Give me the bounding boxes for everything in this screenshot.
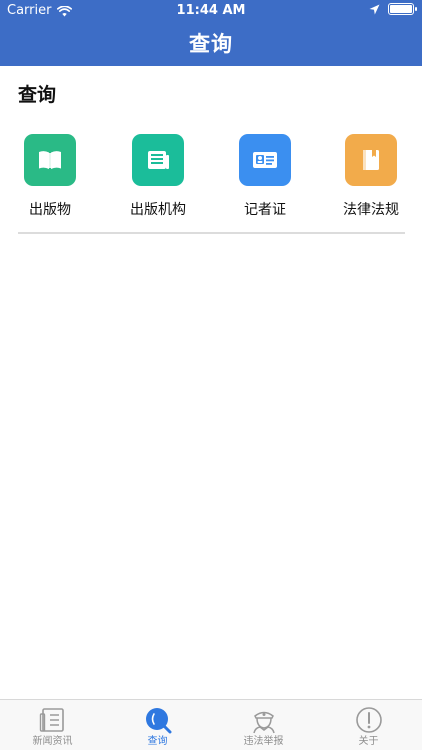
section-divider	[18, 232, 405, 234]
page-title: 查询	[189, 32, 233, 56]
query-item-press-card[interactable]: 记者证	[217, 134, 313, 219]
section-title: 查询	[18, 84, 57, 106]
query-item-label: 记者证	[244, 202, 286, 218]
search-icon	[145, 708, 171, 734]
battery-icon	[388, 3, 417, 15]
police-icon	[252, 711, 275, 734]
tab-label: 违法举报	[243, 736, 284, 747]
status-right	[369, 3, 417, 15]
query-item-label: 法律法规	[343, 202, 399, 218]
tab-report[interactable]: 违法举报	[211, 700, 316, 750]
book-icon	[24, 134, 76, 186]
info-icon	[355, 707, 382, 733]
tab-label: 查询	[147, 736, 168, 747]
app-screen: Carrier 11:44 AM 查询 查询 出版物 出版机构 记者证 法律法规…	[0, 0, 422, 750]
query-item-label: 出版物	[29, 202, 71, 218]
query-category-grid: 出版物 出版机构 记者证 法律法规	[0, 134, 422, 224]
query-item-publishers[interactable]: 出版机构	[110, 134, 206, 219]
navigation-header: Carrier 11:44 AM 查询	[0, 0, 422, 66]
tab-query[interactable]: 查询	[105, 700, 210, 750]
tab-about[interactable]: 关于	[316, 700, 421, 750]
tab-news[interactable]: 新闻资讯	[0, 700, 105, 750]
tab-bar: 新闻资讯 查询 违法举报 关于	[0, 699, 422, 750]
law-book-icon	[345, 134, 397, 186]
query-item-laws[interactable]: 法律法规	[323, 134, 419, 219]
status-bar: Carrier 11:44 AM	[0, 0, 422, 22]
news-icon	[39, 708, 64, 732]
location-arrow-icon	[369, 4, 380, 14]
newspaper-icon	[132, 134, 184, 186]
query-item-label: 出版机构	[130, 202, 186, 218]
tab-label: 新闻资讯	[32, 736, 73, 747]
id-card-icon	[239, 134, 291, 186]
tab-label: 关于	[358, 736, 379, 747]
query-item-publications[interactable]: 出版物	[2, 134, 98, 219]
status-time: 11:44 AM	[176, 3, 246, 18]
